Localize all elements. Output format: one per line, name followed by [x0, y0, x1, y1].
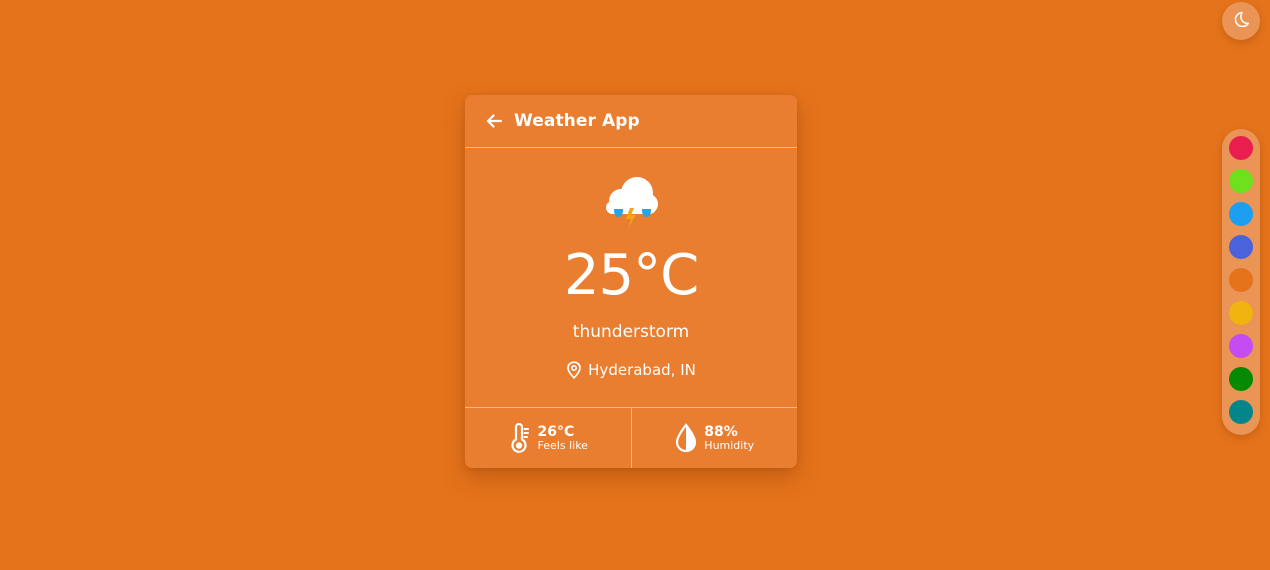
- color-swatch-orange[interactable]: [1229, 268, 1253, 292]
- page-title: Weather App: [514, 111, 640, 131]
- humidity-value: 88%: [704, 423, 738, 440]
- weather-condition: thunderstorm: [572, 322, 690, 342]
- color-swatch-sky-blue[interactable]: [1229, 202, 1253, 226]
- location-label: Hyderabad, IN: [588, 361, 696, 379]
- color-palette: [1222, 129, 1260, 435]
- feels-like-label: Feels like: [537, 438, 588, 452]
- weather-stats: 26°C Feels like 88% Humidity: [465, 407, 797, 468]
- color-swatch-teal[interactable]: [1229, 400, 1253, 424]
- feels-like-stat: 26°C Feels like: [465, 408, 631, 468]
- card-header: Weather App: [465, 95, 797, 148]
- location-pin-icon: [566, 361, 582, 379]
- color-swatch-green[interactable]: [1229, 367, 1253, 391]
- moon-icon: [1233, 11, 1250, 31]
- color-swatch-purple[interactable]: [1229, 334, 1253, 358]
- humidity-stat: 88% Humidity: [630, 408, 798, 468]
- water-drop-icon: [674, 423, 698, 453]
- weather-details: 25°C thunderstorm Hyderabad, IN: [465, 148, 797, 408]
- color-swatch-amber[interactable]: [1229, 301, 1253, 325]
- color-swatch-crimson[interactable]: [1229, 136, 1253, 160]
- color-swatch-royal-blue[interactable]: [1229, 235, 1253, 259]
- location: Hyderabad, IN: [465, 361, 797, 379]
- color-swatch-lime[interactable]: [1229, 169, 1253, 193]
- feels-like-value: 26°C: [537, 423, 575, 440]
- humidity-label: Humidity: [704, 438, 755, 452]
- back-arrow-icon[interactable]: [485, 112, 503, 130]
- theme-toggle-button[interactable]: [1222, 2, 1260, 40]
- weather-card: Weather App 25°C thunderstorm Hyderabad,…: [465, 95, 797, 468]
- thunderstorm-cloud-icon: [600, 173, 662, 231]
- thermometer-icon: [508, 423, 532, 453]
- temperature-value: 25°C: [563, 243, 699, 308]
